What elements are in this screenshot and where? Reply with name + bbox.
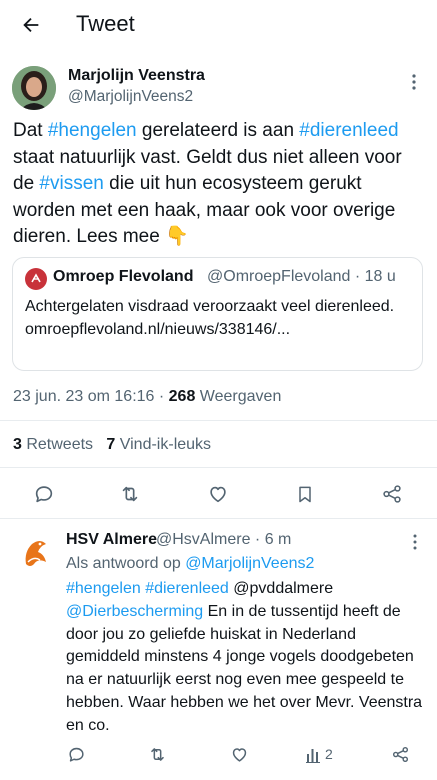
more-options-button[interactable] <box>408 72 420 92</box>
hashtag-link[interactable]: #dierenleed <box>299 120 398 141</box>
more-vertical-icon <box>412 74 416 90</box>
meta-separator: · <box>154 388 169 405</box>
quoted-tweet-text: Achtergelaten visdraad veroorzaakt veel … <box>25 298 395 338</box>
share-icon <box>383 485 401 503</box>
retweets-label: Retweets <box>21 436 94 453</box>
retweet-icon <box>150 747 164 761</box>
analytics-bar-icon <box>306 748 320 763</box>
tweet-text-segment: Dat <box>13 120 48 141</box>
likes-label: Vind-ik-leuks <box>115 436 212 453</box>
retweets-stat[interactable]: 3 Retweets <box>13 436 93 453</box>
pointing-down-emoji: 👇 <box>165 226 189 247</box>
retweet-button[interactable] <box>142 739 172 769</box>
views-count: 2 <box>325 746 333 762</box>
quoted-author-handle: @OmroepFlevoland · 18 u <box>207 268 396 285</box>
hsv-almere-logo-icon <box>17 535 55 573</box>
omroep-flevoland-logo-icon <box>25 268 47 290</box>
hashtag-link[interactable]: #hengelen <box>66 580 141 597</box>
more-vertical-icon <box>413 534 417 550</box>
reply-context: Als antwoord op @MarjolijnVeens2 <box>66 555 314 573</box>
reply-text-segment: En in de tussentijd heeft de door jou zo… <box>66 602 423 734</box>
share-button[interactable] <box>385 739 415 769</box>
tweet-meta: 23 jun. 23 om 16:16 · 268 Weergaven <box>13 388 281 406</box>
quoted-tweet[interactable]: Omroep Flevoland @OmroepFlevoland · 18 u… <box>12 257 423 371</box>
likes-stat[interactable]: 7 Vind-ik-leuks <box>106 436 211 453</box>
more-options-button[interactable] <box>409 533 421 551</box>
reply-author-name[interactable]: HSV Almere <box>66 531 157 549</box>
profile-photo <box>12 66 56 110</box>
retweet-button[interactable] <box>112 476 148 512</box>
hashtag-link[interactable]: #dierenleed <box>145 580 229 597</box>
reply-icon <box>68 747 84 762</box>
retweet-icon <box>122 486 138 502</box>
tweet-date[interactable]: 23 jun. 23 om 16:16 <box>13 388 154 405</box>
reply-button[interactable] <box>61 739 91 769</box>
author-handle[interactable]: @MarjolijnVeens2 <box>68 88 193 106</box>
reply-button[interactable] <box>26 476 62 512</box>
reply-to-handle-link[interactable]: @MarjolijnVeens2 <box>185 555 314 572</box>
bookmark-icon <box>299 486 311 503</box>
hashtag-link[interactable]: #hengelen <box>48 120 137 141</box>
tweet-text: Dat #hengelen gerelateerd is aan #dieren… <box>13 118 427 251</box>
heart-icon <box>210 486 226 503</box>
bookmark-button[interactable] <box>287 476 323 512</box>
reply-to-label: Als antwoord op <box>66 555 186 572</box>
heart-icon <box>232 747 246 762</box>
quoted-author-name: Omroep Flevoland <box>53 268 194 285</box>
like-button[interactable] <box>200 476 236 512</box>
reply-text-segment: @pvddalmere <box>228 580 334 597</box>
views-count: 268 <box>168 388 196 405</box>
avatar[interactable] <box>16 534 56 574</box>
mention-link[interactable]: @Dierbescherming <box>66 603 203 620</box>
like-button[interactable] <box>224 739 254 769</box>
engagement-stats: 3 Retweets 7 Vind-ik-leuks <box>13 436 211 454</box>
reply-icon <box>35 486 53 503</box>
page-title: Tweet <box>76 11 135 36</box>
share-icon <box>392 746 408 762</box>
back-button[interactable] <box>14 8 48 42</box>
divider <box>0 467 437 468</box>
hashtag-link[interactable]: #vissen <box>39 173 103 194</box>
reply-text: #hengelen #dierenleed @pvddalmere @Dierb… <box>66 578 428 738</box>
retweets-count: 3 <box>13 436 22 453</box>
divider <box>0 518 437 519</box>
views-button[interactable]: 2 <box>306 739 354 769</box>
avatar[interactable] <box>12 66 56 110</box>
top-bar: Tweet <box>0 0 437 52</box>
divider <box>0 420 437 421</box>
author-name[interactable]: Marjolijn Veenstra <box>68 67 205 85</box>
views-label: Weergaven <box>195 388 282 405</box>
reply-author-handle[interactable]: @HsvAlmere · 6 m <box>156 531 291 549</box>
likes-count: 7 <box>106 436 116 453</box>
tweet-text-segment: gerelateerd is aan <box>136 120 300 141</box>
share-button[interactable] <box>374 476 410 512</box>
back-arrow-icon <box>23 17 39 33</box>
